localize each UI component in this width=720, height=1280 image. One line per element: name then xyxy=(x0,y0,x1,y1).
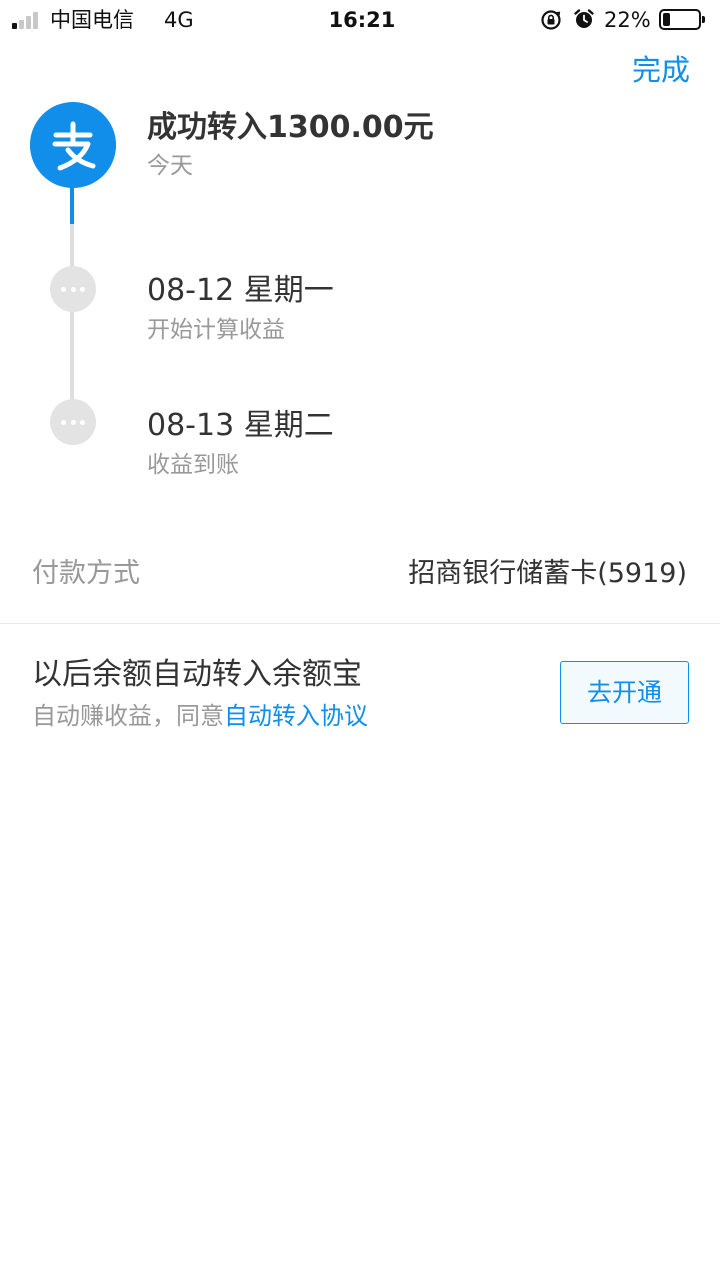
enable-auto-transfer-button[interactable]: 去开通 xyxy=(560,661,689,724)
earning-start-date: 08-12 星期一 xyxy=(147,273,334,308)
auto-transfer-subtitle: 自动赚收益，同意自动转入协议 xyxy=(32,700,368,732)
battery-icon xyxy=(659,9,705,30)
pending-dot-icon xyxy=(50,399,96,445)
timeline-line xyxy=(70,224,74,268)
orientation-lock-icon xyxy=(541,10,561,30)
auto-transfer-title: 以后余额自动转入余额宝 xyxy=(32,657,362,692)
network-type: 4G xyxy=(164,8,194,32)
alarm-icon xyxy=(574,9,594,28)
alipay-logo xyxy=(30,102,116,188)
transfer-success-title: 成功转入1300.00元 xyxy=(147,110,434,145)
earning-arrival-date: 08-13 星期二 xyxy=(147,408,334,443)
earning-start-label: 开始计算收益 xyxy=(147,317,285,343)
payment-method-value: 招商银行储蓄卡(5919) xyxy=(408,558,687,589)
done-button[interactable]: 完成 xyxy=(632,52,690,88)
timeline-line xyxy=(70,310,74,402)
transfer-date: 今天 xyxy=(147,153,193,179)
pending-dot-icon xyxy=(50,266,96,312)
carrier-name: 中国电信 xyxy=(50,8,134,32)
battery-percent: 22% xyxy=(604,8,651,32)
earning-arrival-label: 收益到账 xyxy=(147,452,239,478)
divider xyxy=(0,623,720,624)
auto-transfer-subtitle-text: 自动赚收益，同意 xyxy=(32,702,224,730)
signal-icon xyxy=(12,9,44,29)
status-time: 16:21 xyxy=(328,8,396,32)
auto-transfer-agreement-link[interactable]: 自动转入协议 xyxy=(224,702,368,730)
payment-method-label: 付款方式 xyxy=(32,558,140,589)
status-bar: 中国电信 4G 16:21 22% xyxy=(0,0,720,40)
